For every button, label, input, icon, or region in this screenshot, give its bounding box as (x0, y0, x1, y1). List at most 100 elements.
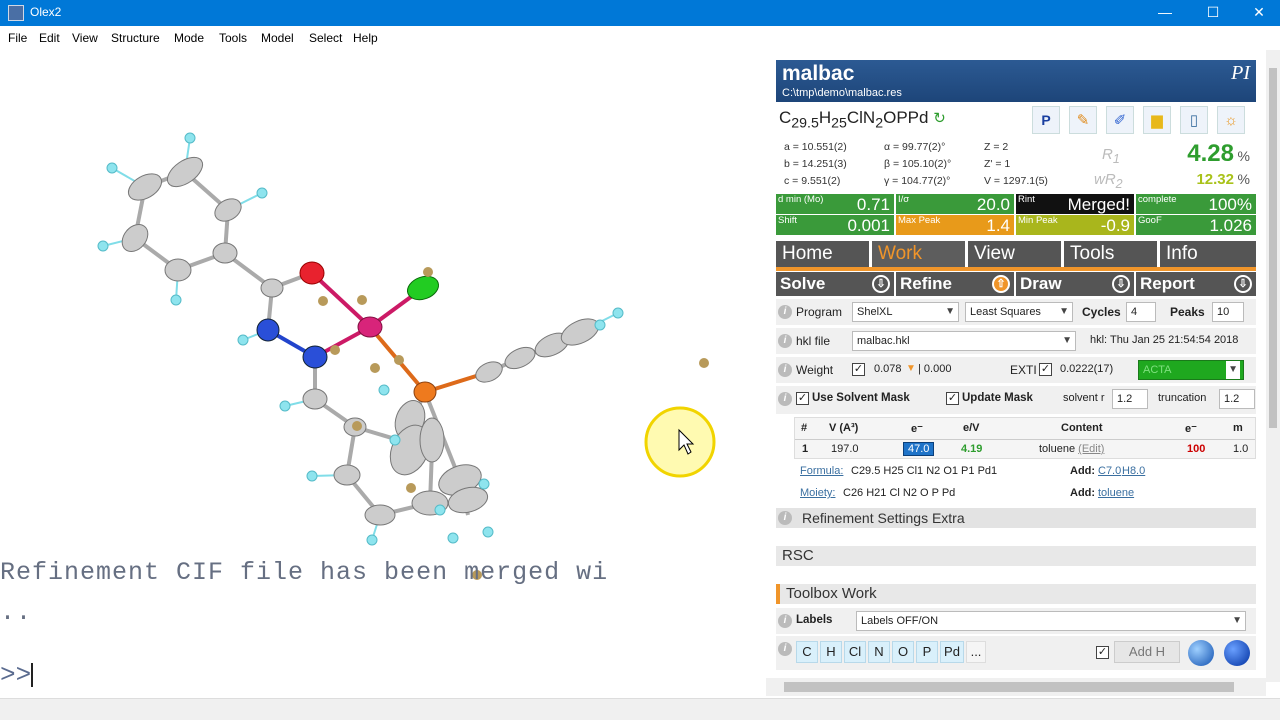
weight-checkbox[interactable]: ✓ (852, 363, 865, 376)
element-n-button[interactable]: N (868, 641, 890, 663)
cell-c: c = 9.551(2) (784, 175, 841, 187)
hkl-label: hkl file (796, 334, 831, 348)
add-c-link[interactable]: C7.0 (1098, 465, 1121, 477)
peaks-spinner[interactable]: 10 (1212, 302, 1244, 322)
mask-row-volume: 197.0 (831, 443, 859, 455)
command-prompt[interactable]: >> (0, 660, 34, 690)
expand-draw-icon: ⇩ (1112, 275, 1130, 293)
info-icon[interactable]: i (778, 392, 792, 406)
truncation-input[interactable]: 1.2 (1219, 389, 1255, 409)
menu-view[interactable]: View (72, 31, 98, 45)
sphere-filled-icon[interactable] (1224, 640, 1250, 666)
minimize-button[interactable]: — (1142, 0, 1188, 26)
toolbox-work-section[interactable]: Toolbox Work (776, 584, 1256, 604)
molecule-viewport[interactable]: Refinement CIF file has been merged wi .… (0, 50, 766, 698)
molecule-drawing[interactable] (0, 50, 766, 698)
element-h-button[interactable]: H (820, 641, 842, 663)
subtab-refine[interactable]: Refine ⇧ (896, 272, 1014, 296)
maximize-button[interactable]: ☐ (1190, 0, 1236, 26)
cycles-spinner[interactable]: 4 (1126, 302, 1156, 322)
hkl-row: i hkl file malbac.hkl ▼ hkl: Thu Jan 25 2… (776, 328, 1256, 354)
info-icon[interactable]: i (778, 334, 792, 348)
notes-icon[interactable]: ▯ (1180, 106, 1208, 134)
close-button[interactable]: ✕ (1236, 0, 1280, 26)
text-cursor (31, 663, 34, 688)
method-select[interactable]: Least Squares ▼ (965, 302, 1073, 322)
menu-edit[interactable]: Edit (39, 31, 60, 45)
stat-d-min-mo-: d min (Mo) 0.71 (776, 194, 894, 214)
stat-value: 20.0 (976, 195, 1010, 214)
menu-tools[interactable]: Tools (219, 31, 247, 45)
info-icon[interactable]: i (778, 642, 792, 656)
solvent-mask-checkbox[interactable]: ✓ (796, 392, 809, 405)
rsc-section[interactable]: RSC (776, 546, 1256, 566)
labels-select[interactable]: Labels OFF/ON ▼ (856, 611, 1246, 631)
moiety-link[interactable]: Moiety: (800, 487, 835, 499)
info-icon[interactable]: i (778, 511, 792, 525)
tab-info[interactable]: Info (1160, 241, 1256, 267)
mask-col-volume: V (A³) (829, 422, 859, 434)
folder-icon[interactable]: ▆ (1143, 106, 1171, 134)
element-cl-button[interactable]: Cl (844, 641, 866, 663)
pton-icon[interactable]: P (1032, 106, 1060, 134)
element-p-button[interactable]: P (916, 641, 938, 663)
element-pd-button[interactable]: Pd (940, 641, 964, 663)
settings-icon[interactable]: ☼ (1217, 106, 1245, 134)
mask-table: # V (A³) e⁻ e/V Content e⁻ m 1 197.0 47.… (794, 417, 1256, 459)
program-select[interactable]: ShelXL ▼ (852, 302, 959, 322)
element-o-button[interactable]: O (892, 641, 914, 663)
add-h-checkbox[interactable]: ✓ (1096, 646, 1109, 659)
menu-select[interactable]: Select (309, 31, 342, 45)
tab-home[interactable]: Home (776, 241, 869, 267)
add-h-link[interactable]: H8.0 (1122, 465, 1145, 477)
menu-structure[interactable]: Structure (111, 31, 160, 45)
tab-view[interactable]: View (968, 241, 1061, 267)
tab-tools[interactable]: Tools (1064, 241, 1157, 267)
scrollbar-thumb[interactable] (784, 682, 1234, 692)
pi-logo: PI (1231, 62, 1250, 84)
cycles-label: Cycles (1082, 305, 1121, 319)
sphere-icon[interactable] (1188, 640, 1214, 666)
formula-link[interactable]: Formula: (800, 465, 843, 477)
mask-row-electrons[interactable]: 47.0 (903, 442, 935, 456)
labels-label: Labels (796, 614, 833, 626)
subtab-solve[interactable]: Solve ⇩ (776, 272, 894, 296)
info-icon[interactable]: i (778, 363, 792, 377)
element-c-button[interactable]: C (796, 641, 818, 663)
menu-model[interactable]: Model (261, 31, 294, 45)
mask-row-content: toluene (Edit) (1039, 443, 1105, 455)
weight-value: 0.078 (874, 363, 902, 375)
tab-work[interactable]: Work (872, 241, 965, 267)
update-mask-checkbox[interactable]: ✓ (946, 392, 959, 405)
vertical-scrollbar[interactable] (1266, 50, 1280, 682)
horizontal-scrollbar[interactable] (766, 678, 1266, 696)
solvent-mask-label: Use Solvent Mask (812, 392, 910, 404)
hkl-file-select[interactable]: malbac.hkl ▼ (852, 331, 1076, 351)
labels-row: i Labels Labels OFF/ON ▼ (776, 608, 1256, 634)
stat-label: complete (1138, 194, 1177, 205)
menu-file[interactable]: File (8, 31, 27, 45)
subtab-draw[interactable]: Draw ⇩ (1016, 272, 1134, 296)
add-toluene-link[interactable]: toluene (1098, 487, 1134, 499)
expand-report-icon: ⇩ (1234, 275, 1252, 293)
acta-select[interactable]: ACTA ▼ (1138, 360, 1244, 380)
element-more-button[interactable]: ... (966, 641, 986, 663)
solvent-r-input[interactable]: 1.2 (1112, 389, 1148, 409)
subtab-report[interactable]: Report ⇩ (1136, 272, 1256, 296)
exti-value: 0.0222(17) (1060, 363, 1114, 375)
add-h-button[interactable]: Add H (1114, 641, 1180, 663)
arrow-down-icon[interactable]: ▼ (906, 363, 916, 374)
info-icon[interactable]: i (778, 614, 792, 628)
brush-icon[interactable]: ✐ (1106, 106, 1134, 134)
pencil-icon[interactable]: ✎ (1069, 106, 1097, 134)
refresh-icon[interactable]: ↻ (933, 110, 946, 127)
menu-help[interactable]: Help (353, 31, 378, 45)
mask-row-electrons-2: 100 (1187, 443, 1206, 455)
menu-mode[interactable]: Mode (174, 31, 204, 45)
scrollbar-thumb[interactable] (1269, 68, 1277, 428)
info-icon[interactable]: i (778, 305, 792, 319)
edit-content-link[interactable]: (Edit) (1078, 443, 1104, 455)
exti-checkbox[interactable]: ✓ (1039, 363, 1052, 376)
chevron-down-icon: ▼ (945, 306, 955, 317)
refinement-settings-extra[interactable]: i Refinement Settings Extra (776, 508, 1256, 528)
